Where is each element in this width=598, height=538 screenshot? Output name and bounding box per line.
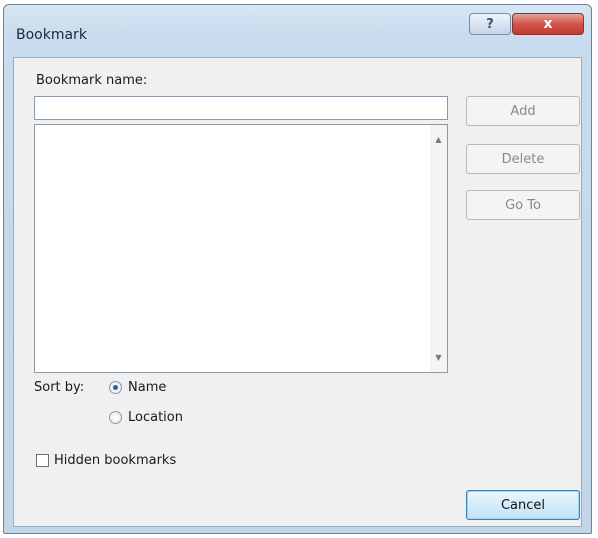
sort-location-label: Location	[128, 410, 183, 425]
delete-button[interactable]: Delete	[466, 144, 580, 174]
bookmark-name-input[interactable]	[34, 96, 448, 120]
scroll-down-arrow-icon[interactable]: ▼	[430, 349, 447, 366]
help-button[interactable]: ?	[469, 13, 511, 35]
scroll-up-arrow-icon[interactable]: ▲	[430, 131, 447, 148]
sort-location-option[interactable]: Location	[109, 410, 183, 425]
close-button[interactable]: x	[512, 13, 584, 35]
sort-by-label: Sort by:	[34, 380, 85, 395]
bookmark-list[interactable]: ▲ ▼	[34, 124, 448, 373]
bookmark-name-label: Bookmark name:	[36, 73, 147, 88]
list-scrollbar[interactable]: ▲ ▼	[430, 125, 447, 372]
window-title: Bookmark	[16, 27, 87, 43]
close-icon: x	[543, 16, 553, 32]
cancel-button[interactable]: Cancel	[466, 490, 580, 520]
add-button[interactable]: Add	[466, 96, 580, 126]
sort-name-option[interactable]: Name	[109, 380, 166, 395]
hidden-bookmarks-option[interactable]: Hidden bookmarks	[36, 453, 176, 468]
dialog-client-area: Bookmark name: ▲ ▼ Add Delete Go To Sort…	[13, 57, 582, 527]
radio-name[interactable]	[109, 381, 122, 394]
help-icon: ?	[486, 16, 494, 32]
radio-location[interactable]	[109, 411, 122, 424]
bookmark-dialog: Bookmark ? x Bookmark name: ▲ ▼ Add Dele…	[3, 4, 592, 534]
hidden-bookmarks-label: Hidden bookmarks	[54, 453, 177, 468]
goto-button[interactable]: Go To	[466, 190, 580, 220]
sort-name-label: Name	[128, 380, 167, 395]
bookmark-name-label-text: Bookmark name:	[36, 73, 148, 88]
hidden-bookmarks-checkbox[interactable]	[36, 454, 49, 467]
